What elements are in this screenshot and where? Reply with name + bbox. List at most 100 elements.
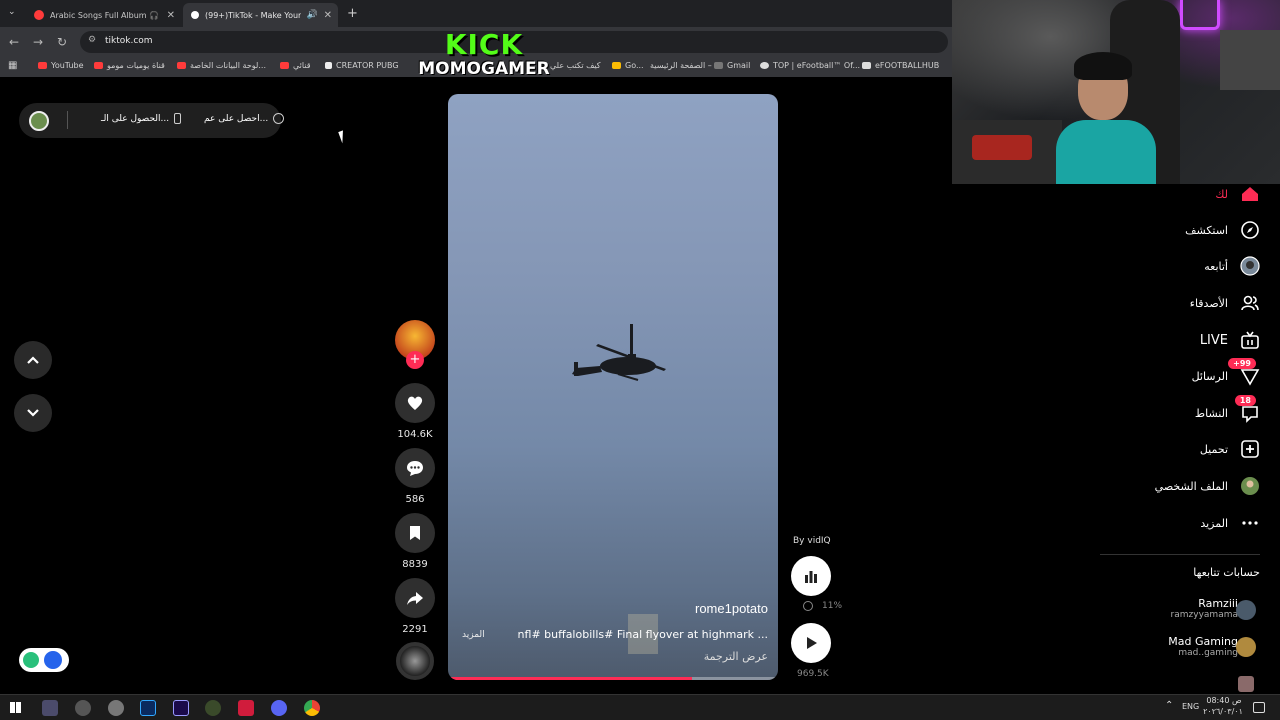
view-count: 969.5K [797, 669, 829, 679]
sidebar-item-profile-avatar[interactable]: الملف الشخصي [1155, 476, 1260, 496]
sidebar-item-label: تحميل [1199, 442, 1228, 456]
profile-avatar-icon [1241, 477, 1259, 495]
vidiq-toggle[interactable] [19, 648, 69, 672]
sidebar-item-label: الملف الشخصي [1154, 479, 1228, 493]
bookmark[interactable]: كيف تكتب علي [550, 61, 601, 70]
notification-badge: +99 [1228, 358, 1256, 369]
bookmark[interactable]: eFOOTBALLHUB [862, 61, 939, 70]
sidebar-item-following-avatar[interactable]: أتابعه [1204, 256, 1260, 276]
account-avatar [1236, 600, 1256, 620]
share-count: 2291 [402, 624, 428, 635]
more-icon [1242, 521, 1258, 525]
like-count: 104.6K [397, 429, 433, 440]
close-icon[interactable]: ✕ [167, 10, 175, 21]
chevron-down-icon [27, 409, 39, 417]
tab-list-button[interactable]: ⌄ [8, 7, 16, 17]
author-avatar-button[interactable]: + [395, 320, 435, 369]
user-avatar[interactable] [29, 111, 49, 131]
sidebar-item-label: الأصدقاء [1189, 296, 1228, 310]
bar-chart-icon [805, 571, 817, 583]
app-icon[interactable] [108, 700, 124, 716]
like-button[interactable]: 104.6K [395, 383, 435, 440]
close-icon[interactable]: ✕ [324, 10, 332, 21]
following-avatar-icon [1240, 256, 1260, 276]
sound-disc[interactable] [396, 642, 434, 680]
more-link[interactable]: المزيد [462, 630, 485, 640]
bookmark[interactable]: CREATOR PUBG [325, 61, 399, 70]
apps-grid-icon[interactable]: ▦ [8, 60, 17, 71]
app-icon[interactable] [75, 700, 91, 716]
previous-video-button[interactable] [14, 341, 52, 379]
sidebar-item-label: النشاط [1194, 406, 1228, 420]
notification-icon[interactable] [1253, 702, 1265, 713]
language-indicator[interactable]: ENG [1182, 702, 1199, 711]
next-video-button[interactable] [14, 394, 52, 432]
save-button[interactable]: 8839 [395, 513, 435, 570]
forward-icon[interactable]: → [33, 35, 43, 49]
bookmark[interactable]: Go... [612, 61, 644, 70]
app-icon[interactable] [238, 700, 254, 716]
home-icon [1242, 187, 1258, 201]
comment-button[interactable]: 586 [395, 448, 435, 505]
get-pc-app-link[interactable]: احصل على عم... [204, 113, 285, 124]
bookmark[interactable]: قناة يوميات مومو [94, 61, 165, 70]
sidebar-item-live[interactable]: LIVE [1200, 330, 1260, 350]
chrome-icon[interactable] [304, 700, 320, 716]
vidiq-icon [44, 651, 62, 669]
sidebar-item-activity[interactable]: النشاط 18 [1194, 395, 1260, 423]
premiere-icon[interactable] [173, 700, 189, 716]
info-icon[interactable] [803, 601, 813, 611]
back-icon[interactable]: ← [9, 35, 19, 49]
new-tab-button[interactable]: + [347, 6, 358, 21]
sidebar-item-label: أتابعه [1204, 259, 1228, 273]
video-author[interactable]: rome1potato [695, 601, 768, 616]
windows-start-icon[interactable] [10, 702, 21, 713]
speaker-icon[interactable]: 🔊 [307, 10, 318, 20]
phone-icon [174, 113, 182, 124]
bookmark[interactable]: قنائي [280, 61, 311, 70]
sidebar-item-messages[interactable]: الرسائل +99 [1192, 358, 1260, 386]
get-app-banner: الحصول على الـ... احصل على عم... [19, 103, 285, 138]
video-frame [572, 324, 666, 654]
sidebar-item-label: استكشف [1185, 223, 1228, 237]
video-player[interactable]: rome1potato nfl# buffalobills# Final fly… [448, 94, 778, 680]
clock-time[interactable]: 08:40 ص [1206, 696, 1242, 705]
share-icon [407, 592, 423, 605]
clock-date[interactable]: ٢٠٢٦/٠٣/٠١ [1202, 707, 1244, 716]
video-progress-track[interactable] [448, 677, 778, 680]
reload-icon[interactable]: ↻ [57, 35, 67, 49]
tab-arabic-songs[interactable]: Arabic Songs Full Album 🎧 Be ✕ [26, 3, 181, 27]
bookmark[interactable]: الصفحة الرئيسية – [650, 61, 712, 70]
get-mobile-app-link[interactable]: الحصول على الـ... [101, 113, 182, 124]
sidebar-item-compass[interactable]: استكشف [1185, 220, 1260, 240]
kick-streamer-overlay: KICK MOMOGAMER [418, 28, 550, 79]
discord-icon[interactable] [271, 700, 287, 716]
comment-count: 586 [405, 494, 425, 505]
chevron-up-icon[interactable]: ⌃ [1165, 700, 1173, 711]
tab-tiktok[interactable]: (99+)TikTok - Make Your Da 🔊 ✕ [183, 3, 338, 27]
activity-icon [1242, 406, 1258, 423]
site-info-icon[interactable]: ⚙ [88, 35, 96, 45]
sidebar-item-more[interactable]: المزيد [1200, 513, 1260, 533]
sidebar-divider [1100, 554, 1260, 555]
live-icon [1241, 331, 1259, 349]
play-button[interactable] [791, 623, 831, 663]
app-icon[interactable] [42, 700, 58, 716]
vidiq-stats-button[interactable] [791, 556, 831, 596]
sidebar-item-home[interactable]: لك [1215, 184, 1260, 204]
account-item-ramziii[interactable]: Ramziii ramzyyamama [1171, 597, 1238, 620]
photoshop-icon[interactable] [140, 700, 156, 716]
app-icon[interactable] [205, 700, 221, 716]
see-translation-link[interactable]: عرض الترجمة [704, 650, 768, 663]
bookmark[interactable]: YouTube [38, 61, 84, 70]
account-item-mad-gaming[interactable]: Mad Gaming mad..gaming [1168, 635, 1238, 658]
heart-icon [407, 396, 423, 410]
sidebar-item-label: لك [1215, 187, 1228, 201]
bookmark[interactable]: Gmail [714, 61, 750, 70]
sidebar-item-upload[interactable]: تحميل [1200, 439, 1260, 459]
follow-plus-icon[interactable]: + [406, 351, 424, 369]
bookmark[interactable]: لوحة البيانات الخاصة... [177, 61, 266, 70]
share-button[interactable]: 2291 [395, 578, 435, 635]
sidebar-item-friends[interactable]: الأصدقاء [1190, 293, 1260, 313]
bookmark[interactable]: TOP | eFootball™ Of... [760, 61, 860, 70]
